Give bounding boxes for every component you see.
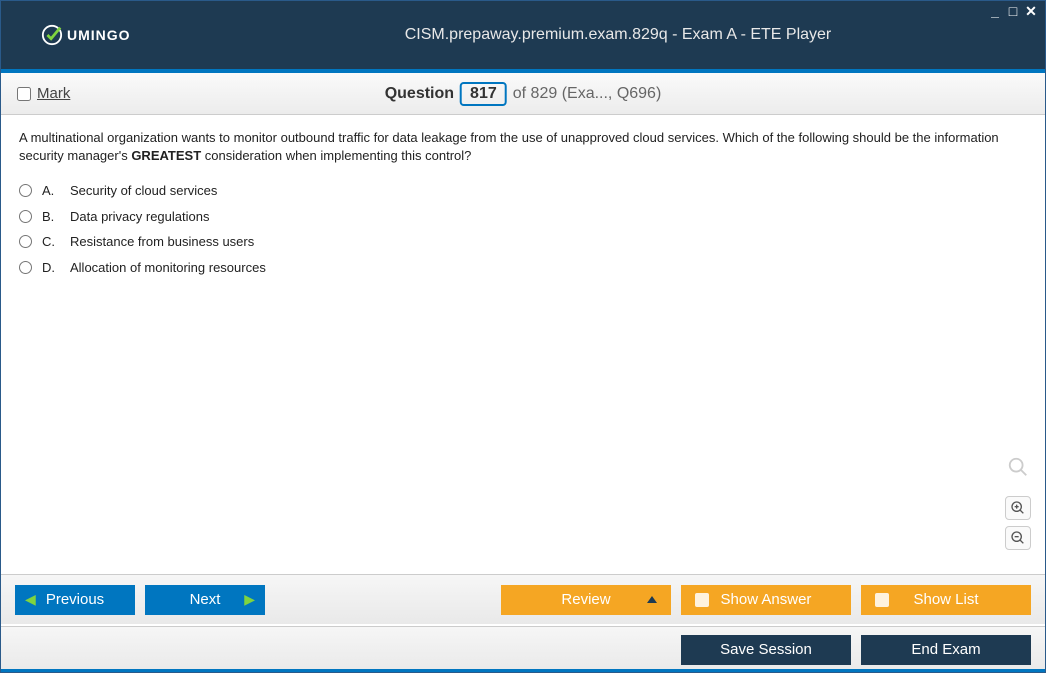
option-letter: A.	[42, 182, 60, 200]
maximize-button[interactable]: □	[1005, 5, 1021, 19]
mark-checkbox-wrap[interactable]: Mark	[17, 85, 70, 102]
previous-button[interactable]: ◀ Previous	[15, 585, 135, 615]
option-letter: B.	[42, 208, 60, 226]
triangle-up-icon	[647, 596, 657, 603]
question-of: of 829 (Exa..., Q696)	[513, 85, 662, 103]
option-text: Resistance from business users	[70, 233, 254, 251]
next-button[interactable]: Next ▶	[145, 585, 265, 615]
question-number[interactable]: 817	[460, 82, 507, 106]
arrow-right-icon: ▶	[244, 591, 255, 608]
mark-checkbox[interactable]	[17, 87, 31, 101]
question-text-post: consideration when implementing this con…	[201, 148, 471, 163]
question-content: A multinational organization wants to mo…	[1, 115, 1045, 290]
option-text: Security of cloud services	[70, 182, 217, 200]
session-button-row: Save Session End Exam	[1, 626, 1045, 672]
option-d-radio[interactable]	[19, 261, 32, 274]
show-answer-label: Show Answer	[721, 591, 812, 608]
arrow-left-icon: ◀	[25, 591, 36, 608]
minimize-button[interactable]: _	[987, 5, 1003, 19]
mark-label: Mark	[37, 85, 70, 102]
divider	[1, 669, 1045, 672]
window-controls: _ □ ✕	[987, 5, 1039, 19]
review-button[interactable]: Review	[501, 585, 671, 615]
logo-text: UMINGO	[67, 27, 131, 43]
question-position: Question 817 of 829 (Exa..., Q696)	[385, 82, 662, 106]
nav-button-row: ◀ Previous Next ▶ Review Show Answer Sho…	[1, 574, 1045, 624]
end-exam-label: End Exam	[911, 641, 980, 658]
review-label: Review	[561, 591, 610, 608]
question-text: A multinational organization wants to mo…	[19, 129, 1027, 164]
options-list: A. Security of cloud services B. Data pr…	[19, 182, 1027, 276]
puzzle-icon	[875, 593, 889, 607]
show-answer-button[interactable]: Show Answer	[681, 585, 851, 615]
window-title: CISM.prepaway.premium.exam.829q - Exam A…	[191, 26, 1045, 44]
option-text: Allocation of monitoring resources	[70, 259, 266, 277]
option-c-radio[interactable]	[19, 235, 32, 248]
zoom-out-button[interactable]	[1005, 526, 1031, 550]
zoom-controls	[1005, 456, 1031, 550]
end-exam-button[interactable]: End Exam	[861, 635, 1031, 665]
logo-check-icon	[41, 24, 63, 46]
question-bar: Mark Question 817 of 829 (Exa..., Q696)	[1, 73, 1045, 115]
titlebar: UMINGO CISM.prepaway.premium.exam.829q -…	[1, 1, 1045, 69]
option-a-radio[interactable]	[19, 184, 32, 197]
logo: UMINGO	[1, 24, 191, 46]
option-letter: C.	[42, 233, 60, 251]
question-text-bold: GREATEST	[131, 148, 201, 163]
option-text: Data privacy regulations	[70, 208, 209, 226]
previous-label: Previous	[46, 591, 104, 608]
next-label: Next	[190, 591, 221, 608]
close-button[interactable]: ✕	[1023, 5, 1039, 19]
option-b-radio[interactable]	[19, 210, 32, 223]
option-d[interactable]: D. Allocation of monitoring resources	[19, 259, 1027, 277]
question-word: Question	[385, 85, 454, 103]
option-a[interactable]: A. Security of cloud services	[19, 182, 1027, 200]
search-icon[interactable]	[1007, 456, 1029, 484]
option-c[interactable]: C. Resistance from business users	[19, 233, 1027, 251]
save-session-label: Save Session	[720, 641, 812, 658]
option-letter: D.	[42, 259, 60, 277]
puzzle-icon	[695, 593, 709, 607]
show-list-label: Show List	[913, 591, 978, 608]
save-session-button[interactable]: Save Session	[681, 635, 851, 665]
option-b[interactable]: B. Data privacy regulations	[19, 208, 1027, 226]
zoom-in-button[interactable]	[1005, 496, 1031, 520]
show-list-button[interactable]: Show List	[861, 585, 1031, 615]
